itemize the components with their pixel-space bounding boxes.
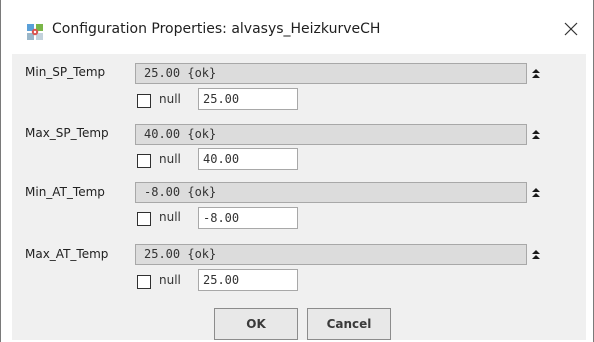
property-value-max-sp-temp[interactable]: 40.00 {ok} xyxy=(135,124,527,145)
null-value-field-min-sp-temp[interactable]: 25.00 xyxy=(198,88,298,110)
cancel-button[interactable]: Cancel xyxy=(307,308,391,340)
property-label-max-sp-temp: Max_SP_Temp xyxy=(25,126,109,140)
null-checkbox-max-sp-temp[interactable] xyxy=(137,154,151,168)
expand-up-icon[interactable] xyxy=(528,247,544,263)
property-label-max-at-temp: Max_AT_Temp xyxy=(25,247,109,261)
null-label: null xyxy=(159,92,181,106)
config-app-icon xyxy=(27,24,43,40)
null-label: null xyxy=(159,273,181,287)
null-checkbox-max-at-temp[interactable] xyxy=(137,275,151,289)
close-icon[interactable] xyxy=(561,19,581,39)
ok-button[interactable]: OK xyxy=(214,308,298,340)
property-value-min-at-temp[interactable]: -8.00 {ok} xyxy=(135,182,527,203)
property-value-max-at-temp[interactable]: 25.00 {ok} xyxy=(135,244,527,265)
title-bar: Configuration Properties: alvasys_Heizku… xyxy=(1,0,593,48)
expand-up-icon[interactable] xyxy=(528,66,544,82)
config-properties-dialog: Configuration Properties: alvasys_Heizku… xyxy=(0,0,594,342)
null-value-field-min-at-temp[interactable]: -8.00 xyxy=(198,207,298,229)
property-label-min-sp-temp: Min_SP_Temp xyxy=(25,65,106,79)
dialog-title: Configuration Properties: alvasys_Heizku… xyxy=(52,21,381,37)
property-label-min-at-temp: Min_AT_Temp xyxy=(25,185,105,199)
null-checkbox-min-at-temp[interactable] xyxy=(137,212,151,226)
expand-up-icon[interactable] xyxy=(528,185,544,201)
null-label: null xyxy=(159,152,181,166)
property-value-min-sp-temp[interactable]: 25.00 {ok} xyxy=(135,63,527,84)
properties-panel: Min_SP_Temp 25.00 {ok} null 25.00 Max_SP… xyxy=(12,54,586,340)
null-checkbox-min-sp-temp[interactable] xyxy=(137,94,151,108)
null-label: null xyxy=(159,210,181,224)
null-value-field-max-at-temp[interactable]: 25.00 xyxy=(198,269,298,291)
expand-up-icon[interactable] xyxy=(528,127,544,143)
null-value-field-max-sp-temp[interactable]: 40.00 xyxy=(198,148,298,170)
